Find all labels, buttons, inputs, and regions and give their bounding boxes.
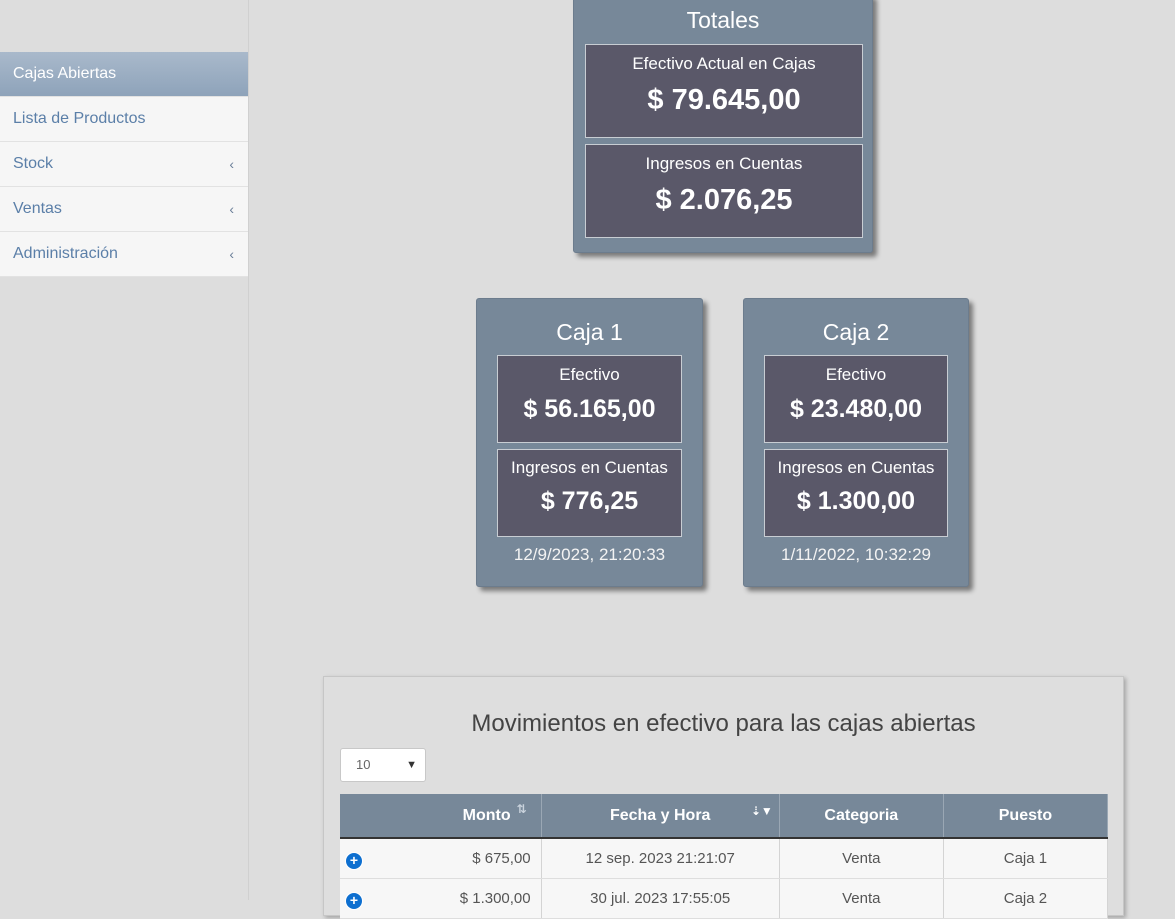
column-header-label: Categoria (824, 806, 899, 824)
cell-puesto: Caja 2 (943, 878, 1109, 919)
chevron-down-icon: ▼ (406, 759, 417, 771)
efectivo-total-value: $ 79.645,00 (647, 84, 801, 116)
sidebar: Cajas Abiertas Lista de Productos Stock … (0, 0, 249, 900)
column-header-label: Fecha y Hora (609, 806, 711, 824)
sidebar-item-label: Ventas (13, 200, 62, 217)
sort-icon: ⇅ (516, 802, 527, 816)
sidebar-item-lista-de-productos[interactable]: Lista de Productos (0, 97, 248, 142)
caja-fecha: 12/9/2023, 21:20:33 (513, 545, 666, 564)
efectivo-label: Efectivo (825, 365, 887, 384)
sidebar-item-stock[interactable]: Stock ‹ (0, 142, 248, 187)
efectivo-panel: Efectivo $ 23.480,00 (764, 355, 948, 443)
cell-categoria: Venta (779, 878, 944, 919)
sidebar-item-label: Lista de Productos (13, 110, 146, 127)
column-header-label: Puesto (998, 806, 1053, 824)
efectivo-panel: Efectivo $ 56.165,00 (497, 355, 682, 443)
chevron-left-icon: ‹ (229, 156, 234, 172)
column-header-puesto[interactable]: Puesto (943, 794, 1109, 839)
efectivo-value: $ 56.165,00 (523, 395, 656, 423)
ingresos-label: Ingresos en Cuentas (777, 458, 935, 477)
column-header-monto[interactable]: Monto ⇅ (340, 794, 542, 839)
cell-categoria: Venta (779, 838, 944, 879)
efectivo-label: Efectivo (559, 365, 620, 384)
column-header-categoria[interactable]: Categoria (779, 794, 944, 839)
caja-title: Caja 1 (556, 319, 623, 345)
caja-fecha: 1/11/2022, 10:32:29 (781, 545, 931, 564)
sort-desc-icon: ⇣▼ (750, 804, 773, 818)
table-row[interactable]: + $ 1.300,00 30 jul. 2023 17:55:05 Venta… (340, 878, 1109, 919)
efectivo-total-panel: Efectivo Actual en Cajas $ 79.645,00 (585, 44, 863, 138)
column-header-label: Monto (462, 806, 511, 824)
chevron-left-icon: ‹ (229, 201, 234, 217)
caja-card: Caja 1 Efectivo $ 56.165,00 Ingresos en … (476, 298, 703, 587)
page-length-value: 10 (356, 757, 371, 772)
cell-fecha: 30 jul. 2023 17:55:05 (541, 878, 780, 919)
caja-title: Caja 2 (822, 319, 890, 345)
movimientos-section: Movimientos en efectivo para las cajas a… (323, 676, 1124, 919)
sidebar-item-cajas-abiertas[interactable]: Cajas Abiertas (0, 52, 248, 97)
chevron-left-icon: ‹ (229, 246, 234, 262)
sidebar-item-administracion[interactable]: Administración ‹ (0, 232, 248, 277)
ingresos-value: $ 776,25 (540, 487, 639, 515)
sidebar-item-label: Cajas Abiertas (13, 65, 117, 82)
expand-row-icon[interactable]: + (346, 892, 362, 909)
cell-fecha: 12 sep. 2023 21:21:07 (541, 838, 780, 879)
cell-monto-value: $ 675,00 (472, 849, 531, 867)
ingresos-panel: Ingresos en Cuentas $ 1.300,00 (764, 449, 948, 537)
table-row[interactable]: + $ 675,00 12 sep. 2023 21:21:07 Venta C… (340, 838, 1109, 879)
expand-row-icon[interactable]: + (346, 853, 362, 869)
cell-puesto: Caja 1 (943, 838, 1109, 879)
cell-monto: + $ 675,00 (340, 838, 542, 879)
sidebar-item-label: Stock (13, 155, 54, 172)
ingresos-value: $ 1.300,00 (796, 487, 916, 515)
efectivo-value: $ 23.480,00 (789, 395, 923, 423)
sidebar-item-ventas[interactable]: Ventas ‹ (0, 187, 248, 232)
ingresos-total-label: Ingresos en Cuentas (645, 154, 803, 173)
totales-title: Totales (686, 7, 760, 33)
column-header-fecha[interactable]: Fecha y Hora ⇣▼ (541, 794, 780, 839)
ingresos-label: Ingresos en Cuentas (511, 458, 668, 477)
sidebar-menu: Cajas Abiertas Lista de Productos Stock … (0, 52, 248, 277)
ingresos-total-panel: Ingresos en Cuentas $ 2.076,25 (585, 144, 863, 238)
movimientos-title: Movimientos en efectivo para las cajas a… (471, 710, 976, 737)
caja-card: Caja 2 Efectivo $ 23.480,00 Ingresos en … (743, 298, 969, 587)
table-header-row: Monto ⇅ Fecha y Hora ⇣▼ Categoria Puesto (340, 794, 1109, 839)
totales-card: Totales Efectivo Actual en Cajas $ 79.64… (573, 0, 873, 253)
cell-monto-value: $ 1.300,00 (459, 889, 531, 907)
ingresos-total-value: $ 2.076,25 (655, 184, 793, 216)
page-length-select[interactable]: 10 ▼ (340, 748, 426, 782)
efectivo-total-label: Efectivo Actual en Cajas (632, 54, 816, 73)
sidebar-item-label: Administración (13, 245, 118, 262)
ingresos-panel: Ingresos en Cuentas $ 776,25 (497, 449, 682, 537)
cell-monto: + $ 1.300,00 (340, 878, 542, 919)
